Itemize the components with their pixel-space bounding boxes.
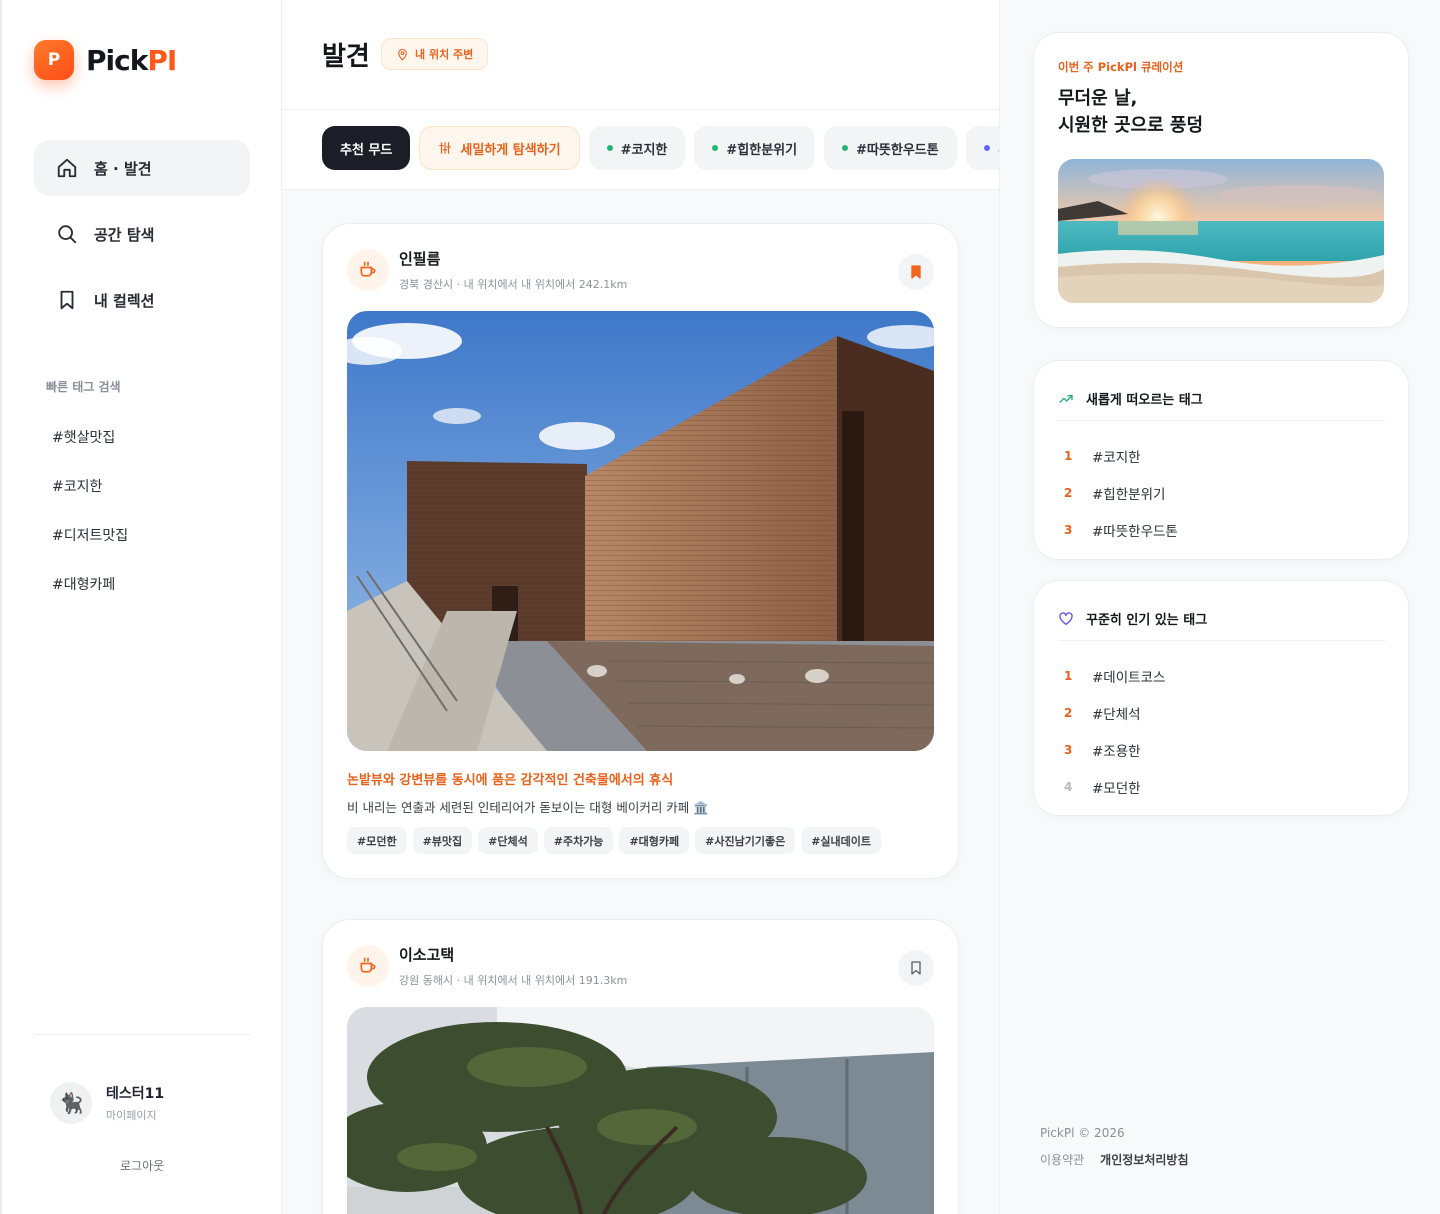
- bookmark-button[interactable]: [898, 950, 934, 986]
- nav-label: 공간 탐색: [94, 225, 155, 244]
- place-tag[interactable]: #주차가능: [543, 827, 614, 854]
- curation-card[interactable]: 이번 주 PickPl 큐레이션 무더운 날, 시원한 곳으로 풍덩: [1033, 32, 1409, 328]
- rank-item[interactable]: 3 #조용한: [1064, 731, 1165, 768]
- rank-item[interactable]: 2 #힙한분위기: [1064, 474, 1178, 511]
- sidebar-divider: [34, 1034, 250, 1035]
- bookmark-icon: [60, 290, 74, 310]
- logo-text: PickPI: [86, 43, 177, 77]
- heart-icon: [1059, 611, 1073, 625]
- rising-tags-header: 새롭게 떠오르는 태그: [1058, 387, 1386, 421]
- place-photo[interactable]: [347, 311, 934, 751]
- place-tag[interactable]: #모던한: [347, 827, 407, 854]
- place-description: 비 내리는 연출과 세련된 인테리어가 돋보이는 대형 베이커리 카페 🏛️: [347, 800, 709, 815]
- curation-photo[interactable]: [1058, 159, 1384, 303]
- coffee-cup-icon: [347, 249, 389, 291]
- chip-detailed-explore[interactable]: 세밀하게 탐색하기: [419, 126, 580, 170]
- rank-item[interactable]: 1 #데이트코스: [1064, 657, 1165, 694]
- nav-item-explore[interactable]: 공간 탐색: [34, 206, 250, 262]
- chip-tag[interactable]: #힙한분위기: [694, 126, 816, 170]
- place-photo[interactable]: [347, 1007, 934, 1214]
- steady-tags-list: 1 #데이트코스 2 #단체석 3 #조용한 4 #모던한: [1064, 657, 1165, 805]
- place-tags: #모던한 #뷰맛집 #단체석 #주차가능 #대형카페 #사진남기기좋은 #실내데…: [347, 827, 887, 854]
- quick-tag-item[interactable]: #코지한: [52, 473, 128, 522]
- steady-tags-card: 꾸준히 인기 있는 태그 1 #데이트코스 2 #단체석 3 #조용한 4 #모던한: [1033, 580, 1409, 816]
- coffee-cup-icon: [347, 945, 389, 987]
- mypage-link[interactable]: 마이페이지: [106, 1107, 164, 1123]
- footer-links: 이용약관 개인정보처리방침: [1040, 1151, 1189, 1168]
- filter-chips: 추천 무드 세밀하게 탐색하기 #코지한 #힙한분위기 #따뜻한우드톤 #데: [322, 126, 999, 170]
- footer-copyright: PickPl © 2026: [1040, 1126, 1125, 1140]
- rank-item[interactable]: 4 #모던한: [1064, 768, 1165, 805]
- bookmark-icon: [911, 961, 921, 975]
- quick-tag-item[interactable]: #대형카페: [52, 571, 128, 620]
- main-feed: 발견 내 위치 주변 추천 무드 세밀하게 탐색하기 #코지한 #힙한분위기 #…: [282, 0, 999, 1214]
- place-title[interactable]: 인필름: [399, 248, 627, 269]
- nav-item-home[interactable]: 홈 · 발견: [34, 140, 250, 196]
- quick-tag-title: 빠른 태그 검색: [46, 380, 121, 394]
- rising-tags-title: 새롭게 떠오르는 태그: [1086, 393, 1203, 408]
- place-tag[interactable]: #대형카페: [619, 827, 690, 854]
- search-icon: [58, 225, 77, 244]
- nav-label: 홈 · 발견: [94, 159, 152, 178]
- main-header: 발견 내 위치 주변: [282, 0, 999, 110]
- place-card[interactable]: 인필름 경북 경산시 · 내 위치에서 내 위치에서 242.1km 논밭뷰와 …: [322, 223, 959, 879]
- rising-tags-list: 1 #코지한 2 #힙한분위기 3 #따뜻한우드톤: [1064, 437, 1178, 548]
- nav-label: 내 컬렉션: [94, 291, 155, 310]
- map-pin-icon: [398, 48, 407, 61]
- chip-tag[interactable]: #데: [965, 126, 999, 170]
- logout-button[interactable]: 로그아웃: [120, 1157, 164, 1174]
- quick-tag-item[interactable]: #디저트맛집: [52, 522, 128, 571]
- place-tag[interactable]: #실내데이트: [801, 827, 882, 854]
- status-dot: [606, 145, 613, 151]
- place-location: 강원 동해시 · 내 위치에서 내 위치에서 191.3km: [399, 974, 628, 987]
- profile-name: 테스터11: [106, 1086, 165, 1102]
- main-nav: 홈 · 발견 공간 탐색 내 컬렉션: [34, 140, 250, 338]
- place-title[interactable]: 이소고택: [399, 944, 627, 965]
- terms-link[interactable]: 이용약관: [1040, 1151, 1084, 1168]
- nav-item-collection[interactable]: 내 컬렉션: [34, 272, 250, 328]
- right-panel: 이번 주 PickPl 큐레이션 무더운 날, 시원한 곳으로 풍덩 새롭게 떠…: [999, 0, 1440, 1214]
- place-card[interactable]: 이소고택 강원 동해시 · 내 위치에서 내 위치에서 191.3km: [322, 919, 959, 1214]
- bookmark-button[interactable]: [898, 254, 934, 290]
- profile[interactable]: 🐈‍⬛ 테스터11 마이페이지: [50, 1082, 164, 1124]
- location-badge[interactable]: 내 위치 주변: [381, 38, 489, 70]
- trending-up-icon: [1059, 394, 1073, 403]
- logo-mark: P: [34, 40, 74, 80]
- place-headline: 논밭뷰와 강변뷰를 동시에 품은 감각적인 건축물에서의 휴식: [347, 773, 674, 788]
- cat-avatar-icon: 🐈‍⬛: [50, 1082, 92, 1124]
- rank-item[interactable]: 3 #따뜻한우드톤: [1064, 511, 1178, 548]
- place-tag[interactable]: #뷰맛집: [412, 827, 473, 854]
- chip-tag[interactable]: #코지한: [588, 126, 686, 170]
- chip-recommended-mood[interactable]: 추천 무드: [322, 126, 411, 170]
- place-tag[interactable]: #단체석: [478, 827, 538, 854]
- status-dot: [842, 145, 849, 151]
- privacy-link[interactable]: 개인정보처리방침: [1100, 1151, 1188, 1168]
- place-location: 경북 경산시 · 내 위치에서 내 위치에서 242.1km: [399, 278, 628, 291]
- home-icon: [57, 158, 77, 178]
- sidebar: P PickPI 홈 · 발견 공간 탐색 내 컬렉션 빠른 태그 검색 #햇살…: [0, 0, 282, 1214]
- quick-tag-list: #햇살맛집 #코지한 #디저트맛집 #대형카페: [52, 424, 128, 620]
- quick-tag-item[interactable]: #햇살맛집: [52, 424, 128, 473]
- rank-item[interactable]: 1 #코지한: [1064, 437, 1178, 474]
- status-dot: [712, 145, 719, 151]
- bookmark-filled-icon: [911, 265, 921, 279]
- filter-bar: 추천 무드 세밀하게 탐색하기 #코지한 #힙한분위기 #따뜻한우드톤 #데: [282, 110, 999, 190]
- rising-tags-card: 새롭게 떠오르는 태그 1 #코지한 2 #힙한분위기 3 #따뜻한우드톤: [1033, 360, 1409, 560]
- curation-title: 무더운 날, 시원한 곳으로 풍덩: [1058, 88, 1204, 136]
- place-tag[interactable]: #사진남기기좋은: [695, 827, 796, 854]
- rank-item[interactable]: 2 #단체석: [1064, 694, 1165, 731]
- steady-tags-header: 꾸준히 인기 있는 태그: [1058, 607, 1386, 641]
- sliders-icon: [439, 142, 452, 154]
- steady-tags-title: 꾸준히 인기 있는 태그: [1086, 613, 1208, 628]
- logo[interactable]: P PickPI: [34, 40, 177, 80]
- page-title: 발견: [322, 42, 370, 72]
- status-dot: [983, 145, 990, 151]
- curation-eyebrow: 이번 주 PickPl 큐레이션: [1058, 60, 1184, 74]
- chip-tag[interactable]: #따뜻한우드톤: [824, 126, 957, 170]
